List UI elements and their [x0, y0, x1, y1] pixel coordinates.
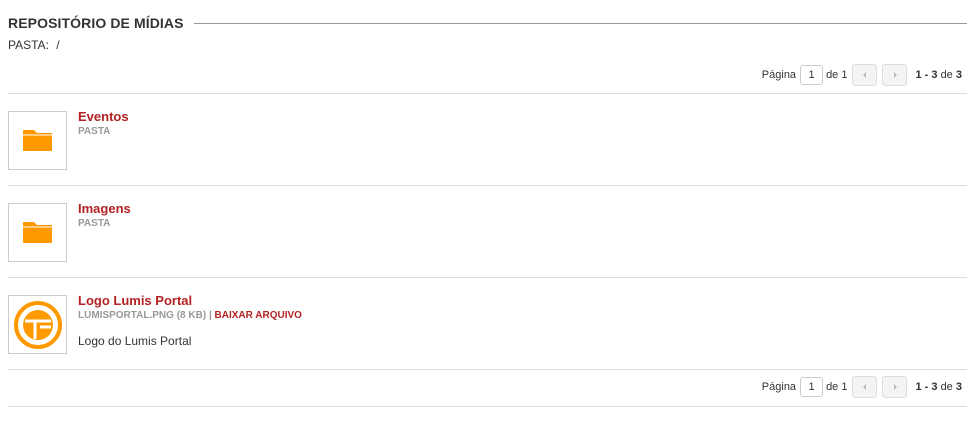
item-title-link[interactable]: Logo Lumis Portal: [78, 293, 192, 308]
item-thumbnail[interactable]: [8, 111, 67, 170]
total-count: 3: [955, 381, 962, 393]
next-page-button[interactable]: [882, 64, 908, 86]
range-of: de: [940, 69, 953, 81]
download-file-link[interactable]: BAIXAR ARQUIVO: [215, 310, 302, 321]
pagination-bottom: Página de 1 1 - 3 de 3: [762, 376, 962, 398]
file-name-size: LUMISPORTAL.PNG (8 KB): [78, 310, 207, 321]
item-thumbnail[interactable]: [8, 295, 67, 354]
page-input[interactable]: [800, 65, 824, 85]
folder-path-value[interactable]: /: [56, 38, 59, 52]
item-type: PASTA: [78, 218, 111, 229]
pagination-top: Página de 1 1 - 3 de 3: [762, 64, 962, 86]
total-count: 3: [955, 69, 962, 81]
item-title-link[interactable]: Imagens: [78, 201, 131, 216]
result-range: 1 - 3 de 3: [915, 381, 962, 393]
range-value: 1 - 3: [915, 381, 938, 393]
caret-left-icon: [862, 72, 866, 78]
page-header: REPOSITÓRIO DE MÍDIAS: [8, 14, 967, 32]
page-title: REPOSITÓRIO DE MÍDIAS: [8, 15, 184, 31]
divider: [8, 93, 967, 94]
caret-right-icon: [893, 72, 897, 78]
item-thumbnail[interactable]: [8, 203, 67, 262]
page-of-label: de 1: [826, 69, 848, 81]
header-divider: [193, 23, 967, 24]
page-input[interactable]: [800, 377, 824, 397]
range-of: de: [940, 381, 953, 393]
caret-left-icon: [862, 384, 866, 390]
divider: [8, 185, 967, 186]
previous-page-button[interactable]: [852, 64, 878, 86]
folder-icon: [22, 221, 52, 243]
item-file-info: LUMISPORTAL.PNG (8 KB) | BAIXAR ARQUIVO: [78, 310, 302, 321]
item-title-link[interactable]: Eventos: [78, 109, 129, 124]
page-label: Página: [761, 69, 797, 81]
lumis-logo-icon: [13, 300, 62, 349]
folder-label: PASTA:: [8, 38, 49, 52]
page-of-label: de 1: [826, 381, 848, 393]
page-label: Página: [761, 381, 797, 393]
divider: [8, 369, 967, 370]
previous-page-button[interactable]: [852, 376, 878, 398]
divider: [8, 406, 967, 407]
result-range: 1 - 3 de 3: [915, 69, 962, 81]
item-type: PASTA: [78, 126, 111, 137]
folder-path: PASTA: /: [8, 38, 60, 52]
item-description: Logo do Lumis Portal: [78, 334, 192, 348]
file-info-separator: |: [208, 310, 212, 321]
divider: [8, 277, 967, 278]
folder-icon: [22, 129, 52, 151]
caret-right-icon: [893, 384, 897, 390]
range-value: 1 - 3: [915, 69, 938, 81]
next-page-button[interactable]: [882, 376, 908, 398]
